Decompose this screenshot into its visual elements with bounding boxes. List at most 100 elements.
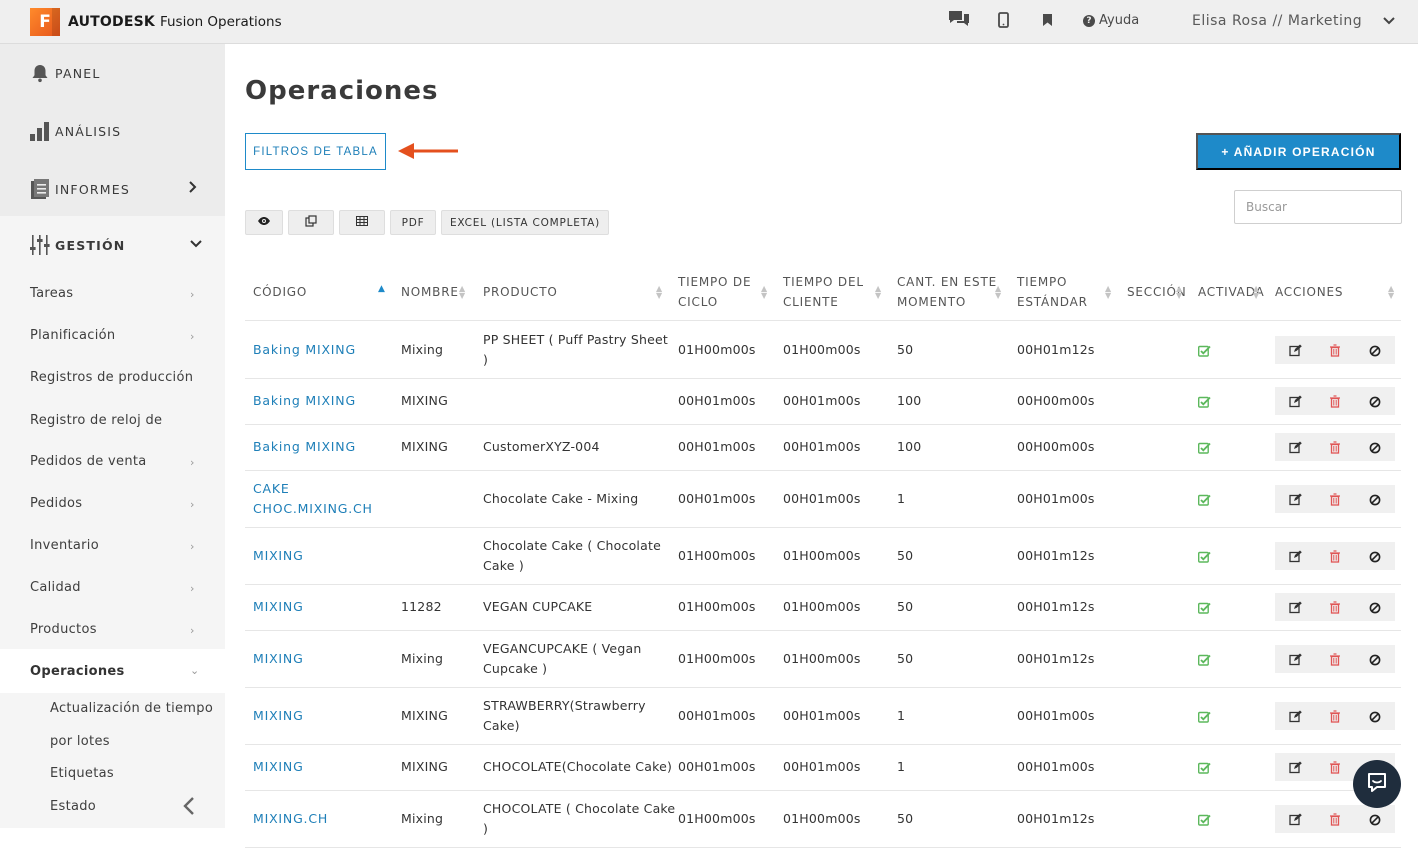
- delete-icon[interactable]: [1329, 548, 1343, 563]
- sidebar-item-gestion[interactable]: GESTIÓN: [0, 216, 225, 274]
- help-link[interactable]: ? Ayuda: [1083, 13, 1139, 28]
- header-code[interactable]: CÓDIGO: [253, 282, 307, 302]
- disable-icon[interactable]: [1369, 548, 1383, 562]
- support-chat-button[interactable]: [1353, 760, 1401, 808]
- operation-code-link[interactable]: MIXING: [253, 597, 304, 617]
- chat-icon[interactable]: [947, 9, 971, 31]
- sort-icon[interactable]: ▲ ▼: [761, 285, 767, 300]
- disable-icon[interactable]: [1369, 811, 1383, 825]
- operation-code-link[interactable]: Baking MIXING: [253, 391, 356, 411]
- operation-code-link[interactable]: Baking MIXING: [253, 437, 356, 457]
- edit-icon[interactable]: [1289, 599, 1303, 614]
- operation-code-link[interactable]: MIXING: [253, 706, 304, 726]
- header-cycle-2[interactable]: CICLO: [678, 292, 718, 312]
- disable-icon[interactable]: [1369, 651, 1383, 665]
- app-logo[interactable]: F AUTODESK Fusion Operations: [30, 8, 282, 36]
- operation-code-link[interactable]: MIXING: [253, 757, 304, 777]
- disable-icon[interactable]: [1369, 342, 1383, 356]
- csv-button[interactable]: [339, 210, 385, 235]
- edit-icon[interactable]: [1289, 439, 1303, 454]
- sort-icon[interactable]: ▲ ▼: [875, 285, 881, 300]
- sidebar-sub-inventario[interactable]: Inventario: [30, 538, 99, 553]
- sidebar-item-analisis[interactable]: ANÁLISIS: [0, 102, 225, 160]
- sidebar-sub-pedidos[interactable]: Pedidos: [30, 496, 82, 511]
- edit-icon[interactable]: [1289, 708, 1303, 722]
- sidebar-sub-pedidos-venta[interactable]: Pedidos de venta: [30, 454, 147, 469]
- header-qty-1[interactable]: CANT. EN ESTE: [897, 272, 997, 292]
- operation-code-link[interactable]: CAKE: [253, 479, 290, 499]
- active-check-icon: [1197, 708, 1211, 727]
- add-operation-button[interactable]: + AÑADIR OPERACIÓN: [1196, 133, 1401, 170]
- sidebar-item-panel[interactable]: PANEL: [0, 44, 225, 102]
- edit-icon[interactable]: [1289, 548, 1303, 562]
- header-product[interactable]: PRODUCTO: [483, 282, 558, 302]
- cycle-time: 00H01m00s: [678, 393, 756, 408]
- sort-icon[interactable]: ▲ ▼: [459, 285, 465, 300]
- header-qty-2[interactable]: MOMENTO: [897, 292, 966, 312]
- header-client-2[interactable]: CLIENTE: [783, 292, 839, 312]
- copy-button[interactable]: [288, 210, 334, 235]
- current-quantity: 100: [897, 439, 922, 454]
- excel-button[interactable]: EXCEL (LISTA COMPLETA): [441, 210, 609, 235]
- mobile-icon[interactable]: [998, 12, 1009, 32]
- operation-code-link[interactable]: MIXING: [253, 649, 304, 669]
- sort-icon[interactable]: ▲ ▼: [1105, 285, 1111, 300]
- edit-icon[interactable]: [1289, 759, 1303, 774]
- header-std-2[interactable]: ESTÁNDAR: [1017, 292, 1088, 312]
- delete-icon[interactable]: [1329, 342, 1343, 357]
- delete-icon[interactable]: [1329, 393, 1343, 408]
- sidebar-sub-calidad[interactable]: Calidad: [30, 580, 81, 595]
- sort-icon[interactable]: ▲ ▼: [995, 285, 1001, 300]
- row-actions: [1275, 335, 1395, 364]
- column-visibility-button[interactable]: [245, 210, 283, 235]
- edit-icon[interactable]: [1289, 811, 1303, 825]
- sidebar-sub2-estado[interactable]: Estado: [50, 799, 96, 814]
- edit-icon[interactable]: [1289, 342, 1303, 356]
- operation-code-link[interactable]: MIXING.CH: [253, 809, 328, 829]
- operation-code-link[interactable]: MIXING: [253, 546, 304, 566]
- chevron-down-icon[interactable]: [1382, 12, 1396, 34]
- sidebar-sub2-etiquetas[interactable]: Etiquetas: [50, 766, 114, 781]
- edit-icon[interactable]: [1289, 393, 1303, 408]
- header-cycle-1[interactable]: TIEMPO DE: [678, 272, 751, 292]
- operation-code-link[interactable]: CHOC.MIXING.CH: [253, 499, 373, 519]
- disable-icon[interactable]: [1369, 599, 1383, 614]
- disable-icon[interactable]: [1369, 491, 1383, 505]
- pdf-button[interactable]: PDF: [390, 210, 436, 235]
- edit-icon[interactable]: [1289, 651, 1303, 665]
- sort-icon[interactable]: ▲ ▼: [1176, 285, 1182, 300]
- edit-icon[interactable]: [1289, 491, 1303, 505]
- sidebar-sub-productos[interactable]: Productos: [30, 622, 97, 637]
- disable-icon[interactable]: [1369, 708, 1383, 722]
- sidebar-sub2-por-lotes[interactable]: por lotes: [50, 734, 110, 749]
- delete-icon[interactable]: [1329, 759, 1343, 774]
- sidebar-sub-tareas[interactable]: Tareas: [30, 286, 73, 301]
- operation-code-link[interactable]: Baking MIXING: [253, 340, 356, 360]
- sort-asc-icon[interactable]: ▲: [378, 284, 385, 294]
- sort-icon[interactable]: ▲ ▼: [1253, 285, 1259, 300]
- search-input[interactable]: [1234, 190, 1402, 224]
- sort-icon[interactable]: ▲ ▼: [656, 285, 662, 300]
- sidebar-item-informes[interactable]: INFORMES: [0, 160, 225, 218]
- user-menu[interactable]: Elisa Rosa // Marketing: [1192, 13, 1362, 29]
- delete-icon[interactable]: [1329, 439, 1343, 454]
- sort-icon[interactable]: ▲ ▼: [1388, 285, 1394, 300]
- bookmark-icon[interactable]: [1042, 13, 1053, 31]
- header-name[interactable]: NOMBRE: [401, 282, 459, 302]
- collapse-sidebar-icon[interactable]: [182, 796, 196, 821]
- disable-icon[interactable]: [1369, 439, 1383, 454]
- delete-icon[interactable]: [1329, 811, 1343, 826]
- sidebar-sub-planificacion[interactable]: Planificación: [30, 328, 115, 343]
- sidebar-sub2-actualizacion[interactable]: Actualización de tiempo: [50, 701, 213, 716]
- sidebar-sub-registro-reloj[interactable]: Registro de reloj de perforación: [30, 400, 200, 484]
- header-client-1[interactable]: TIEMPO DEL: [783, 272, 864, 292]
- sidebar-sub-registros-produccion[interactable]: Registros de producción: [30, 370, 193, 385]
- sidebar-sub-operaciones[interactable]: Operaciones: [30, 664, 125, 679]
- table-filters-button[interactable]: FILTROS DE TABLA: [245, 133, 386, 170]
- delete-icon[interactable]: [1329, 651, 1343, 666]
- disable-icon[interactable]: [1369, 393, 1383, 408]
- header-std-1[interactable]: TIEMPO: [1017, 272, 1067, 292]
- delete-icon[interactable]: [1329, 491, 1343, 506]
- delete-icon[interactable]: [1329, 708, 1343, 723]
- delete-icon[interactable]: [1329, 599, 1343, 614]
